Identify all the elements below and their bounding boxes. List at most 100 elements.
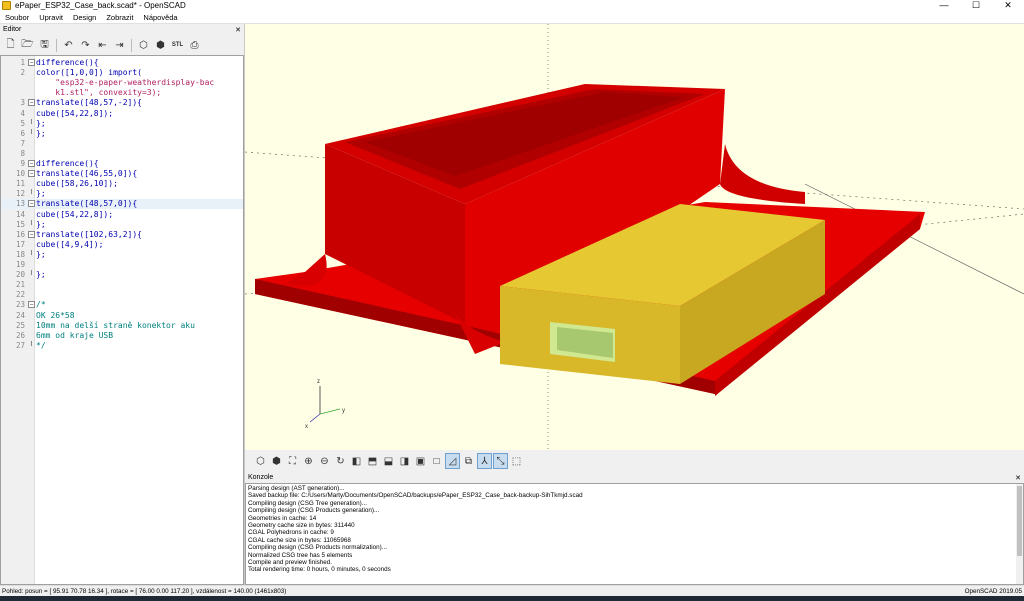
code-text: }; xyxy=(36,128,46,138)
minimize-button[interactable]: — xyxy=(928,0,960,11)
code-line[interactable]: 17 cube([4,9,4]); xyxy=(1,240,243,250)
code-line[interactable]: 9− difference(){ xyxy=(1,159,243,169)
line-number: 16 xyxy=(15,229,25,239)
code-text: }; xyxy=(36,249,46,259)
menu-help[interactable]: Nápověda xyxy=(138,13,182,22)
show-scale-markers-icon[interactable]: ⤡ xyxy=(493,453,508,469)
code-line[interactable]: 26 6mm od kraje USB xyxy=(1,331,243,341)
export-stl-icon[interactable]: STL xyxy=(170,38,185,53)
close-button[interactable]: ✕ xyxy=(992,0,1024,11)
code-line[interactable]: 5}; xyxy=(1,118,243,129)
code-line[interactable]: 4 cube([54,22,8]); xyxy=(1,109,243,119)
fold-toggle-icon[interactable]: − xyxy=(28,99,35,107)
show-axes-icon[interactable]: ⅄ xyxy=(477,453,492,469)
console-scrollbar[interactable] xyxy=(1016,484,1023,584)
perspective-icon[interactable]: ◿ xyxy=(445,453,460,469)
code-line[interactable]: 10− translate([46,55,0]){ xyxy=(1,169,243,179)
code-line[interactable]: 16− translate([102,63,2]){ xyxy=(1,230,243,240)
zoom-out-icon[interactable]: ⊖ xyxy=(317,453,332,469)
editor-close-button[interactable]: ✕ xyxy=(235,26,241,34)
zoom-in-icon[interactable]: ⊕ xyxy=(301,453,316,469)
code-line[interactable]: 14 cube([54,22,8]); xyxy=(1,210,243,220)
code-line[interactable]: 22 xyxy=(1,290,243,300)
code-line[interactable]: 8 xyxy=(1,149,243,159)
code-line[interactable]: 15}; xyxy=(1,219,243,230)
menu-file[interactable]: Soubor xyxy=(0,13,34,22)
code-text: */ xyxy=(36,340,46,350)
code-line[interactable]: 1− difference(){ xyxy=(1,58,243,68)
code-line[interactable]: 25 10mm na delší straně konektor aku xyxy=(1,321,243,331)
console-scroll-thumb[interactable] xyxy=(1017,486,1022,556)
taskbar xyxy=(0,596,1024,601)
line-number: 26 xyxy=(15,330,25,340)
svg-text:x: x xyxy=(305,424,308,430)
code-line[interactable]: 21 xyxy=(1,280,243,290)
code-line[interactable]: 13− translate([48,57,0]){ xyxy=(1,199,243,210)
redo-icon[interactable]: ↷ xyxy=(78,38,93,53)
code-line[interactable]: 20}; xyxy=(1,270,243,280)
code-text: color([1,0,0]) import( xyxy=(36,68,142,78)
view-back-icon[interactable]: □ xyxy=(429,453,444,469)
console-output[interactable]: Parsing design (AST generation)... Saved … xyxy=(245,483,1024,585)
fold-end-marker xyxy=(31,340,32,346)
code-line[interactable]: 19 xyxy=(1,260,243,270)
toolbar-separator xyxy=(131,38,132,52)
render-icon[interactable]: ⬢ xyxy=(269,453,284,469)
show-edges-icon[interactable]: ⬚ xyxy=(509,453,524,469)
new-file-icon[interactable]: 🗋 xyxy=(3,38,18,53)
send-to-print-icon[interactable]: ⎙ xyxy=(187,38,202,53)
code-line[interactable]: 11 cube([58,26,10]); xyxy=(1,179,243,189)
view-bottom-icon[interactable]: ⬓ xyxy=(381,453,396,469)
code-editor[interactable]: 1− difference(){2 color([1,0,0]) import( "… xyxy=(0,55,244,585)
fold-toggle-icon[interactable]: − xyxy=(28,230,35,238)
code-line[interactable]: 18}; xyxy=(1,249,243,260)
code-text: 10mm na delší straně konektor aku xyxy=(36,320,195,330)
maximize-button[interactable]: ☐ xyxy=(960,0,992,11)
code-line[interactable]: 2 color([1,0,0]) import( xyxy=(1,68,243,78)
menu-view[interactable]: Zobrazit xyxy=(101,13,138,22)
fold-toggle-icon[interactable]: − xyxy=(28,170,35,178)
3d-viewport[interactable]: z y x xyxy=(245,24,1024,450)
code-line[interactable]: 3− translate([48,57,-2]){ xyxy=(1,98,243,108)
preview-icon[interactable]: ⬡ xyxy=(136,38,151,53)
fold-toggle-icon[interactable]: − xyxy=(28,200,35,208)
unindent-icon[interactable]: ⇤ xyxy=(95,38,110,53)
view-front-icon[interactable]: ▣ xyxy=(413,453,428,469)
undo-icon[interactable]: ↶ xyxy=(61,38,76,53)
code-line[interactable]: 27 */ xyxy=(1,340,243,351)
view-right-icon[interactable]: ◧ xyxy=(349,453,364,469)
zoom-all-icon[interactable]: ⛶ xyxy=(285,453,300,469)
render-icon[interactable]: ⬢ xyxy=(153,38,168,53)
indent-icon[interactable]: ⇥ xyxy=(112,38,127,53)
code-line[interactable]: "esp32-e-paper-weatherdisplay-bac xyxy=(1,78,243,88)
fold-toggle-icon[interactable]: − xyxy=(28,59,35,66)
case-fillet-right xyxy=(720,144,805,204)
code-text: }; xyxy=(36,118,46,128)
code-text: k1.stl", convexity=3); xyxy=(36,88,162,98)
console-header: Konzole ✕ xyxy=(245,472,1024,483)
console-close-button[interactable]: ✕ xyxy=(1015,474,1021,482)
view-left-icon[interactable]: ◨ xyxy=(397,453,412,469)
preview-icon[interactable]: ⬡ xyxy=(253,453,268,469)
code-text: difference(){ xyxy=(36,58,99,67)
line-number: 19 xyxy=(15,260,25,269)
open-file-icon[interactable]: 🗁 xyxy=(20,38,35,53)
code-line[interactable]: 23−/* xyxy=(1,300,243,310)
code-line[interactable]: k1.stl", convexity=3); xyxy=(1,88,243,98)
fold-toggle-icon[interactable]: − xyxy=(28,160,35,167)
code-line[interactable]: 7 xyxy=(1,139,243,149)
orthogonal-icon[interactable]: ⧉ xyxy=(461,453,476,469)
code-text: }; xyxy=(36,189,46,199)
code-line[interactable]: 24 OK 26*58 xyxy=(1,311,243,321)
menu-edit[interactable]: Upravit xyxy=(34,13,68,22)
code-line[interactable]: 12}; xyxy=(1,189,243,199)
code-text: translate([46,55,0]){ xyxy=(36,169,138,179)
fold-toggle-icon[interactable]: − xyxy=(28,301,35,309)
console-line: Saved backup file: C:/Users/Marty/Docume… xyxy=(248,492,583,500)
fold-end-marker xyxy=(31,270,32,276)
menu-design[interactable]: Design xyxy=(68,13,101,22)
reset-view-icon[interactable]: ↻ xyxy=(333,453,348,469)
code-line[interactable]: 6}; xyxy=(1,128,243,139)
save-icon[interactable]: 🖫 xyxy=(37,38,52,53)
view-top-icon[interactable]: ⬒ xyxy=(365,453,380,469)
